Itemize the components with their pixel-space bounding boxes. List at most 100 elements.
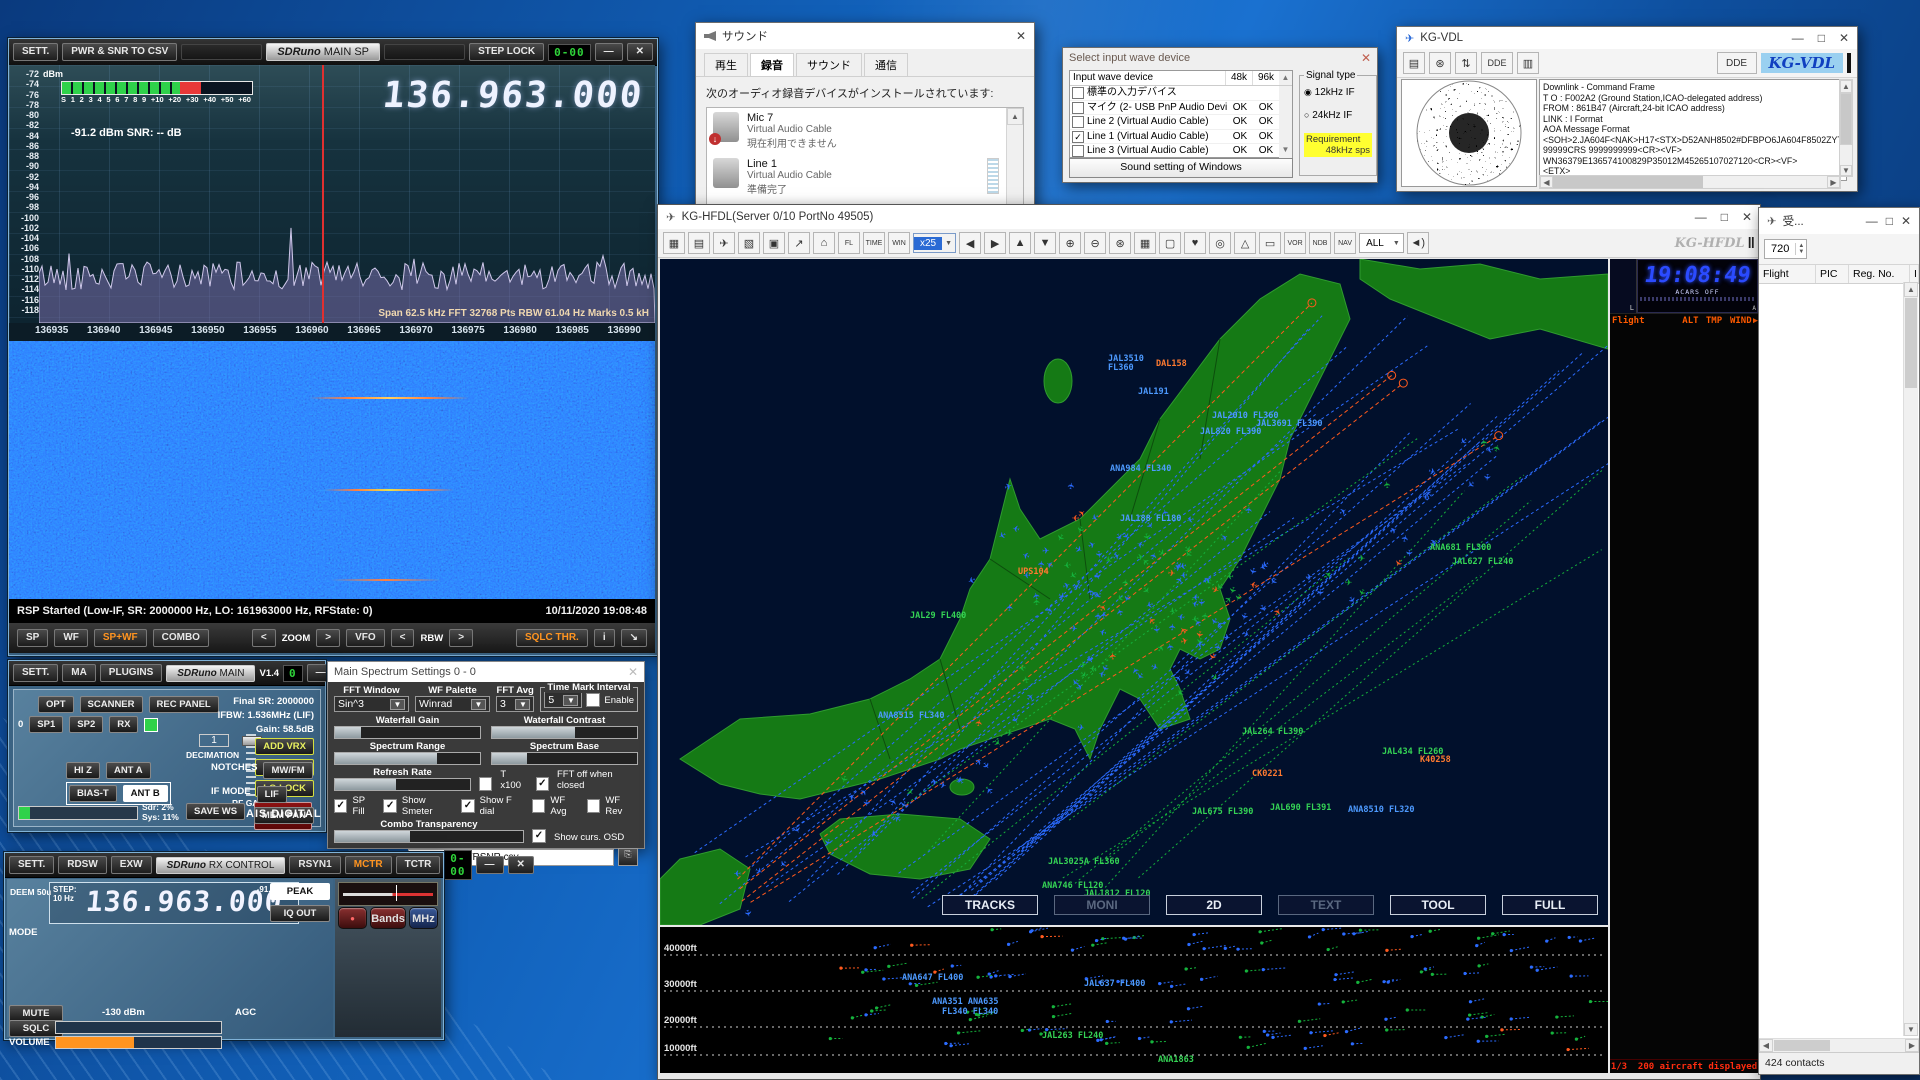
grid2-icon[interactable]: ▦: [1134, 232, 1156, 254]
wave-device-row[interactable]: ✓Line 1 (Virtual Audio Cable)OKOK: [1070, 130, 1292, 145]
wfavg-checkbox[interactable]: [532, 799, 545, 813]
wave-close-button[interactable]: ✕: [1361, 51, 1371, 65]
sp1-button[interactable]: SP1: [29, 716, 63, 733]
wfrev-checkbox[interactable]: [587, 799, 600, 813]
airport-icon[interactable]: ⌂: [813, 232, 835, 254]
enable-checkbox[interactable]: [586, 693, 600, 707]
audio-icon[interactable]: ◄): [1407, 232, 1429, 254]
sound-tab-サウンド[interactable]: サウンド: [796, 53, 862, 76]
sound-tab-通信[interactable]: 通信: [864, 53, 908, 76]
pwr-snr-csv-button[interactable]: PWR & SNR TO CSV: [62, 43, 177, 61]
kgvdl-minimize-button[interactable]: —: [1792, 31, 1804, 45]
kgvdl-close-button[interactable]: ✕: [1839, 31, 1849, 45]
scroll-up-icon[interactable]: ▲: [1007, 108, 1023, 125]
bands-key[interactable]: Bands: [370, 907, 406, 929]
save-ws-button[interactable]: SAVE WS: [186, 803, 245, 820]
sound-tab-録音[interactable]: 録音: [750, 53, 794, 76]
spectrum-display[interactable]: -72-74-76-78-80-82-84-86-88-90-92-94-96-…: [9, 65, 655, 323]
spwf-view-button[interactable]: SP+WF: [94, 629, 147, 647]
contacts-close-button[interactable]: ✕: [1901, 214, 1911, 228]
kghfdl-maximize-button[interactable]: □: [1721, 210, 1728, 224]
contacts-maximize-button[interactable]: □: [1886, 214, 1893, 228]
triangle-icon[interactable]: △: [1234, 232, 1256, 254]
step-lock-button[interactable]: STEP LOCK: [469, 43, 544, 61]
unchecked-checkbox[interactable]: [1072, 116, 1084, 128]
pan-left-icon[interactable]: ◀: [959, 232, 981, 254]
scroll-up-icon[interactable]: ▲: [1279, 71, 1292, 85]
osd-checkbox[interactable]: ✓: [532, 829, 546, 843]
iq-out-button[interactable]: IQ OUT: [270, 905, 330, 922]
radio-24khz[interactable]: ○ 24kHz IF: [1304, 110, 1372, 121]
kgvdl-maximize-button[interactable]: □: [1818, 31, 1825, 45]
exw-button[interactable]: EXW: [111, 856, 152, 874]
wave-device-row[interactable]: 標準の入力デバイス: [1070, 86, 1292, 101]
scroll-down-icon[interactable]: ▼: [1904, 1023, 1918, 1036]
add-vrx-button[interactable]: ADD VRX: [255, 738, 314, 755]
marker-icon[interactable]: ♥: [1184, 232, 1206, 254]
sound-device-row[interactable]: Line 1Virtual Audio Cable準備完了: [707, 154, 1023, 200]
sp-minimize-button[interactable]: —: [595, 43, 623, 61]
zoom-in-button[interactable]: >: [316, 629, 340, 647]
ma-button[interactable]: MA: [62, 664, 96, 682]
scroll-right-icon[interactable]: ▶: [1905, 1039, 1919, 1052]
constellation-icon[interactable]: ⊛: [1429, 52, 1451, 74]
contacts-vscrollbar[interactable]: ▲ ▼: [1903, 282, 1918, 1036]
bin-icon[interactable]: ▭: [1259, 232, 1281, 254]
flight-table-rows[interactable]: [1610, 328, 1758, 1059]
sp-range-slider[interactable]: [334, 752, 481, 765]
sp-view-button[interactable]: SP: [17, 629, 48, 647]
win-toggle[interactable]: WIN: [888, 232, 910, 254]
sp-close-button[interactable]: ✕: [627, 43, 653, 61]
sp-settings-button[interactable]: SETT.: [13, 43, 58, 61]
map-button-full[interactable]: FULL: [1502, 895, 1598, 915]
rx-close-button[interactable]: ✕: [508, 856, 534, 874]
log-window-icon[interactable]: ▥: [1517, 52, 1539, 74]
smeter-checkbox[interactable]: ✓: [383, 799, 396, 813]
zoom-out-button[interactable]: <: [252, 629, 276, 647]
checked-checkbox[interactable]: ✓: [1072, 131, 1084, 143]
sound-scrollbar[interactable]: ▲: [1006, 108, 1023, 216]
scroll-track[interactable]: [1279, 101, 1292, 115]
flight-table-header[interactable]: Flight ALT TMP WIND ▶: [1610, 314, 1758, 328]
wf-view-button[interactable]: WF: [54, 629, 88, 647]
sound-close-button[interactable]: ✕: [1016, 29, 1026, 43]
opt-button[interactable]: OPT: [38, 696, 74, 713]
scroll-track[interactable]: [1279, 130, 1292, 144]
unchecked-checkbox[interactable]: [1072, 87, 1084, 99]
plugins-button[interactable]: PLUGINS: [100, 664, 162, 682]
volume-slider[interactable]: [55, 1036, 222, 1049]
unchecked-checkbox[interactable]: [1072, 145, 1084, 157]
rbw-up-button[interactable]: >: [449, 629, 473, 647]
waterfall-display[interactable]: [9, 341, 655, 599]
resize-handle[interactable]: ↘: [621, 629, 647, 647]
wave-device-row[interactable]: Line 3 (Virtual Audio Cable)OKOK: [1070, 144, 1292, 159]
time-mark-select[interactable]: 5▼: [544, 692, 582, 708]
radio-12khz[interactable]: ◉ 12kHz IF: [1304, 87, 1372, 98]
interval-spinner[interactable]: 720 ▲ ▼: [1764, 239, 1807, 259]
rx-button[interactable]: RX: [109, 716, 138, 733]
vfo-button[interactable]: VFO: [346, 629, 385, 647]
scroll-right-icon[interactable]: ▶: [1827, 176, 1840, 188]
spfill-checkbox[interactable]: ✓: [334, 799, 347, 813]
track-icon[interactable]: ↗: [788, 232, 810, 254]
rsyn1-button[interactable]: RSYN1: [289, 856, 340, 874]
scroll-left-icon[interactable]: ◀: [1759, 1039, 1773, 1052]
vdl-hscrollbar[interactable]: ◀ ▶: [1539, 175, 1841, 189]
rec-panel-button[interactable]: REC PANEL: [149, 696, 219, 713]
map-button-moni[interactable]: MONI: [1054, 895, 1150, 915]
scroll-down-icon[interactable]: ▼: [1840, 165, 1852, 176]
fft-window-select[interactable]: Sin^3▼: [334, 696, 409, 712]
ih-mode-icon[interactable]: ⇅: [1455, 52, 1477, 74]
sound-device-row[interactable]: ↓Mic 7Virtual Audio Cable現在利用できません: [707, 108, 1023, 154]
contacts-hscrollbar[interactable]: ◀ ▶: [1759, 1038, 1919, 1052]
filter-select[interactable]: ALL▼: [1359, 233, 1404, 253]
scroll-track[interactable]: [1279, 115, 1292, 129]
wave-device-row[interactable]: マイク (2- USB PnP Audio DeviceOKOK: [1070, 101, 1292, 116]
scanner-button[interactable]: SCANNER: [80, 696, 143, 713]
wf-gain-slider[interactable]: [334, 726, 481, 739]
map-button-tool[interactable]: TOOL: [1390, 895, 1486, 915]
dde-mode-icon[interactable]: DDE: [1481, 52, 1513, 74]
spin-down-icon[interactable]: ▼: [1796, 249, 1806, 255]
hiz-button[interactable]: HI Z: [66, 762, 100, 779]
rdsw-button[interactable]: RDSW: [58, 856, 107, 874]
